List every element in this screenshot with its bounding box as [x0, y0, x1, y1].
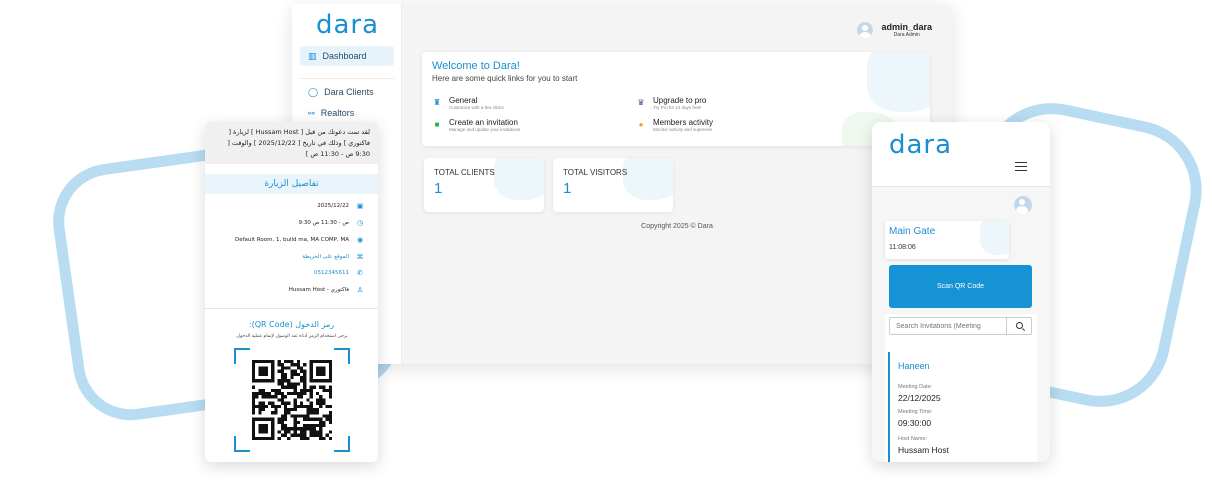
phone-icon: ✆ — [357, 269, 363, 277]
calendar-icon: ▣ — [356, 202, 364, 210]
meeting-time-label: Meeting Time: — [898, 409, 933, 415]
video-icon: ■ — [434, 120, 440, 129]
decorative-blob — [980, 221, 1009, 255]
sidebar-divider — [300, 78, 394, 79]
visit-host-value: Hussam Host - فاكتوري — [288, 287, 349, 293]
sidebar-item-label: Dashboard — [322, 51, 367, 61]
visit-date-value: 2025/12/22 — [317, 203, 349, 209]
user-role: Dara Admin — [893, 32, 920, 38]
welcome-subtitle: Here are some quick links for you to sta… — [432, 74, 578, 83]
quick-link-create-invitation[interactable]: ■ Create an invitation Manage and update… — [432, 118, 521, 132]
search-icon[interactable] — [1006, 317, 1032, 335]
map-icon: ⌘ — [356, 253, 364, 261]
welcome-card: Welcome to Dara! Here are some quick lin… — [422, 52, 930, 146]
meeting-date-label: Meeting Date: — [898, 384, 933, 390]
quick-link-desc: Try Pro for 14 days free! — [653, 105, 702, 110]
search-input[interactable] — [889, 317, 1007, 335]
quick-link-desc: Customize with a few clicks — [449, 105, 504, 110]
sidebar-item-dara-clients[interactable]: ◯ Dara Clients — [300, 82, 394, 102]
visit-card[interactable]: Haneen Meeting Date: 22/12/2025 Meeting … — [888, 352, 1034, 462]
qr-title: رمز الدخول (QR Code): — [248, 320, 335, 329]
handshake-icon: ⚯ — [308, 108, 315, 118]
quick-link-title: Create an invitation — [449, 118, 518, 127]
invitation-message: لقد تمت دعوتك من قبل [ Hussam Host ] لزي… — [205, 122, 378, 164]
frame-corner — [234, 436, 250, 452]
building-icon: ♜ — [433, 98, 441, 107]
quick-link-title: Members activity — [653, 118, 714, 127]
visit-location-value: Default Room, 1, build ma, MA COMP, MA — [235, 237, 349, 243]
user-info: admin_dara Dara Admin — [881, 22, 932, 38]
qr-frame — [234, 348, 350, 452]
quick-link-title: Upgrade to pro — [653, 96, 707, 105]
quick-link-members-activity[interactable]: ● Members activity Monitor activity and … — [636, 118, 713, 132]
phone-value: 0512345611 — [314, 270, 349, 276]
welcome-title: Welcome to Dara! — [432, 60, 520, 72]
user-icon: ◯ — [308, 86, 319, 97]
hamburger-menu-icon[interactable] — [1015, 162, 1027, 171]
clock-icon: ◷ — [356, 219, 364, 227]
divider — [205, 308, 378, 309]
visit-host: Hussam Host - فاكتوري ♙ — [289, 286, 364, 294]
frame-corner — [334, 348, 350, 364]
stage: dara ▥ Dashboard ◯ Dara Clients ⚯ Realto… — [0, 0, 1212, 482]
avatar — [857, 22, 874, 38]
sidebar-item-dashboard[interactable]: ▥ Dashboard — [300, 46, 394, 66]
phone-link[interactable]: 0512345611 ✆ — [314, 269, 364, 277]
visitor-name: Haneen — [898, 361, 930, 371]
bar-chart-icon: ▥ — [308, 50, 317, 61]
avatar[interactable] — [1014, 196, 1032, 214]
copyright: Copyright 2025 © Dara — [641, 223, 713, 230]
gate-card: Main Gate 11:08:06 — [885, 221, 1009, 259]
location-pin-icon: ◉ — [356, 236, 364, 244]
visit-details-title: تفاصيل الزيارة — [205, 174, 378, 194]
quick-link-title: General — [449, 96, 478, 105]
decorative-blob — [867, 52, 930, 112]
host-name-label: Host Name: — [898, 436, 928, 442]
stat-card-total-visitors: TOTAL VISITORS 1 — [553, 158, 673, 212]
frame-corner — [334, 436, 350, 452]
gate-mobile-view: dara Main Gate 11:08:06 Scan QR Code Han… — [872, 122, 1050, 462]
frame-corner — [234, 348, 250, 364]
user-name: admin_dara — [881, 22, 932, 32]
visit-time-value: 9:30 ص - 11:30 ص — [298, 220, 349, 226]
qr-note: يرجى استخدام الرمز أدناه عند الوصول لإتم… — [235, 334, 348, 339]
dashboard-main: admin_dara Dara Admin Welcome to Dara! H… — [402, 4, 952, 364]
visit-location: Default Room, 1, build ma, MA COMP, MA ◉ — [235, 236, 364, 244]
host-name-value: Hussam Host — [898, 445, 950, 455]
quick-link-upgrade[interactable]: ♛ Upgrade to pro Try Pro for 14 days fre… — [636, 96, 706, 110]
map-link[interactable]: الموقع على الخريطة ⌘ — [302, 253, 364, 261]
meeting-date-value: 22/12/2025 — [898, 393, 941, 403]
gate-time: 11:08:06 — [889, 244, 916, 251]
stat-value: 1 — [434, 180, 443, 197]
dashboard-window: dara ▥ Dashboard ◯ Dara Clients ⚯ Realto… — [292, 4, 952, 364]
visit-date: 2025/12/22 ▣ — [317, 202, 364, 210]
visit-time: 9:30 ص - 11:30 ص ◷ — [298, 219, 364, 227]
crown-icon: ♛ — [637, 98, 645, 107]
stat-card-total-clients: TOTAL CLIENTS 1 — [424, 158, 544, 212]
sidebar-item-label: Realtors — [320, 108, 355, 118]
stat-label: TOTAL CLIENTS — [434, 168, 495, 177]
gate-name: Main Gate — [889, 226, 936, 237]
stat-label: TOTAL VISITORS — [563, 168, 628, 177]
dara-logo[interactable]: dara — [316, 10, 379, 40]
user-icon: ♙ — [356, 286, 364, 294]
sidebar-item-label: Dara Clients — [324, 87, 374, 97]
quick-link-desc: Monitor activity and supervise — [653, 127, 713, 132]
stat-value: 1 — [563, 180, 572, 197]
scan-qr-button[interactable]: Scan QR Code — [889, 265, 1032, 308]
qr-code — [252, 360, 332, 440]
invitations-panel: Haneen Meeting Date: 22/12/2025 Meeting … — [885, 314, 1037, 462]
decorative-blob — [623, 158, 673, 200]
quick-link-general[interactable]: ♜ General Customize with a few clicks — [432, 96, 504, 110]
dara-logo[interactable]: dara — [889, 130, 952, 160]
map-link-label: الموقع على الخريطة — [302, 254, 349, 260]
sidebar-item-realtors[interactable]: ⚯ Realtors — [300, 103, 394, 123]
user-menu[interactable]: admin_dara Dara Admin — [857, 22, 932, 38]
quick-link-desc: Manage and update your invitations — [449, 127, 521, 132]
decorative-blob — [494, 158, 544, 200]
invitation-mobile-view: لقد تمت دعوتك من قبل [ Hussam Host ] لزي… — [205, 122, 378, 462]
person-icon: ● — [638, 120, 644, 129]
meeting-time-value: 09:30:00 — [898, 418, 932, 428]
